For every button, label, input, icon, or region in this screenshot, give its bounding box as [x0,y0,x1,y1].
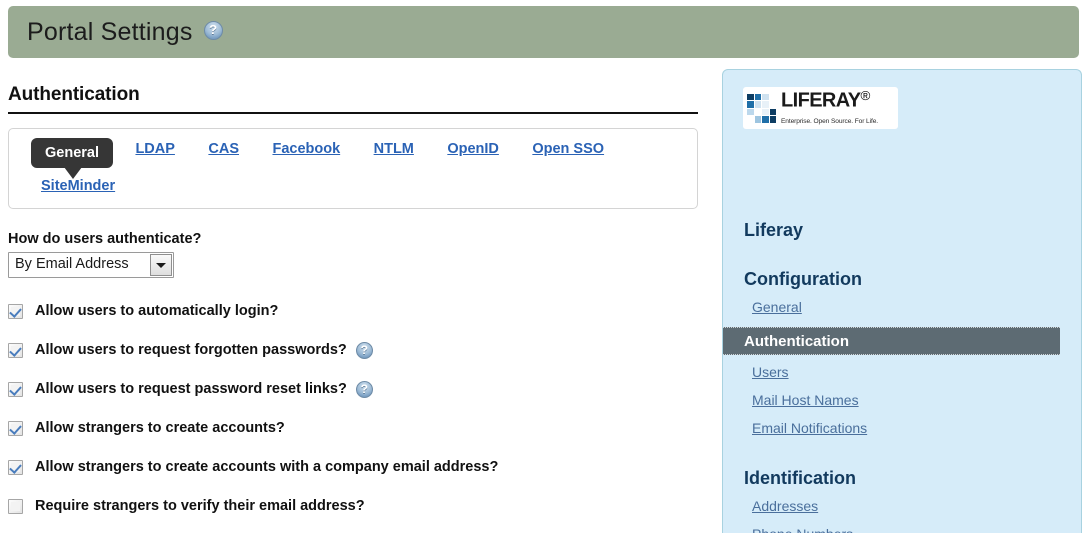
label-auto-login: Allow users to automatically login? [35,303,279,319]
tab-general[interactable]: General [31,138,113,179]
logo-registered: ® [860,88,871,104]
label-strangers-company-email: Allow strangers to create accounts with … [35,459,499,475]
tab-row-secondary: SiteMinder [19,175,687,197]
sidebar-link-mail-host-names[interactable]: Mail Host Names [752,392,859,408]
sidebar-link-users[interactable]: Users [752,364,789,380]
sidebar-link-general[interactable]: General [752,299,802,315]
sidebar-item-phone-numbers[interactable]: Phone Numbers [723,526,1081,533]
sidebar-group-configuration: Configuration [744,269,862,289]
sidebar-list-configuration: General [723,299,1081,317]
sidebar-link-phone-numbers[interactable]: Phone Numbers [752,526,853,533]
option-auto-login: Allow users to automatically login? [8,299,698,323]
auth-options-list: Allow users to automatically login? Allo… [8,299,698,518]
portal-settings-page: Portal Settings Authentication General L… [0,0,1087,533]
option-verify-email: Require strangers to verify their email … [8,494,698,518]
settings-sidebar: LIFERAY® Enterprise. Open Source. For Li… [722,69,1082,533]
sidebar-item-mail-host-names[interactable]: Mail Host Names [723,392,1081,410]
sidebar-nav: Configuration General Authentication Use… [723,269,1081,533]
tab-open-sso[interactable]: Open SSO [532,138,604,160]
sidebar-link-email-notifications[interactable]: Email Notifications [752,420,867,436]
tab-openid[interactable]: OpenID [447,138,499,160]
tab-facebook[interactable]: Facebook [272,138,340,160]
main-content: Authentication General LDAP CAS Facebook… [8,84,698,533]
help-circle-icon[interactable] [355,341,373,359]
option-password-reset-links: Allow users to request password reset li… [8,377,698,401]
option-strangers-company-email: Allow strangers to create accounts with … [8,455,698,479]
header-help-icon[interactable] [203,20,223,40]
help-circle-icon[interactable] [355,380,373,398]
label-strangers-create-accounts: Allow strangers to create accounts? [35,420,285,436]
sidebar-link-authentication: Authentication [744,332,849,350]
tab-cas[interactable]: CAS [208,138,239,160]
checkbox-password-reset-links[interactable] [8,381,23,397]
sidebar-group-spacer [723,448,1081,468]
sidebar-item-users[interactable]: Users [723,364,1081,382]
tab-row-primary: General LDAP CAS Facebook NTLM OpenID Op… [19,138,687,179]
liferay-logo-icon [747,93,776,123]
auth-tab-panel: General LDAP CAS Facebook NTLM OpenID Op… [8,128,698,209]
label-forgotten-passwords: Allow users to request forgotten passwor… [35,342,347,358]
checkbox-forgotten-passwords[interactable] [8,342,23,358]
option-forgotten-passwords: Allow users to request forgotten passwor… [8,338,698,362]
logo-word: LIFERAY [781,89,861,112]
logo-reflection: LIFERAY [743,129,898,145]
section-title: Authentication [8,84,140,105]
page-title: Portal Settings [27,17,193,46]
label-verify-email: Require strangers to verify their email … [35,498,365,514]
auth-method-label: How do users authenticate? [8,231,202,247]
auth-method-select[interactable]: By Email Address [8,252,174,278]
sidebar-site-name: Liferay [744,220,804,240]
tab-ntlm[interactable]: NTLM [374,138,414,160]
checkbox-strangers-create-accounts[interactable] [8,420,23,436]
sidebar-item-general[interactable]: General [723,299,1081,317]
chevron-down-icon [150,254,172,276]
option-strangers-create-accounts: Allow strangers to create accounts? [8,416,698,440]
checkbox-auto-login[interactable] [8,303,23,319]
sidebar-item-authentication[interactable]: Authentication [723,327,1060,355]
checkbox-strangers-company-email[interactable] [8,459,23,475]
help-circle-icon [203,20,223,40]
title-divider [8,112,698,114]
sidebar-list-configuration-rest: Users Mail Host Names Email Notification… [723,364,1081,438]
auth-form: How do users authenticate? By Email Addr… [8,231,698,518]
auth-method-value: By Email Address [15,256,129,272]
sidebar-item-addresses[interactable]: Addresses [723,498,1081,516]
sidebar-list-identification: Addresses Phone Numbers Additional Email… [723,498,1081,533]
tab-ldap[interactable]: LDAP [135,138,174,160]
page-header-bar: Portal Settings [8,6,1079,58]
label-password-reset-links: Allow users to request password reset li… [35,381,347,397]
liferay-wordmark: LIFERAY® Enterprise. Open Source. For Li… [781,89,898,126]
sidebar-group-identification: Identification [744,468,856,488]
logo-tagline: Enterprise. Open Source. For Life. [781,117,879,125]
checkbox-verify-email[interactable] [8,498,23,514]
sidebar-item-email-notifications[interactable]: Email Notifications [723,420,1081,438]
sidebar-link-addresses[interactable]: Addresses [752,498,818,514]
liferay-logo: LIFERAY® Enterprise. Open Source. For Li… [743,87,898,129]
